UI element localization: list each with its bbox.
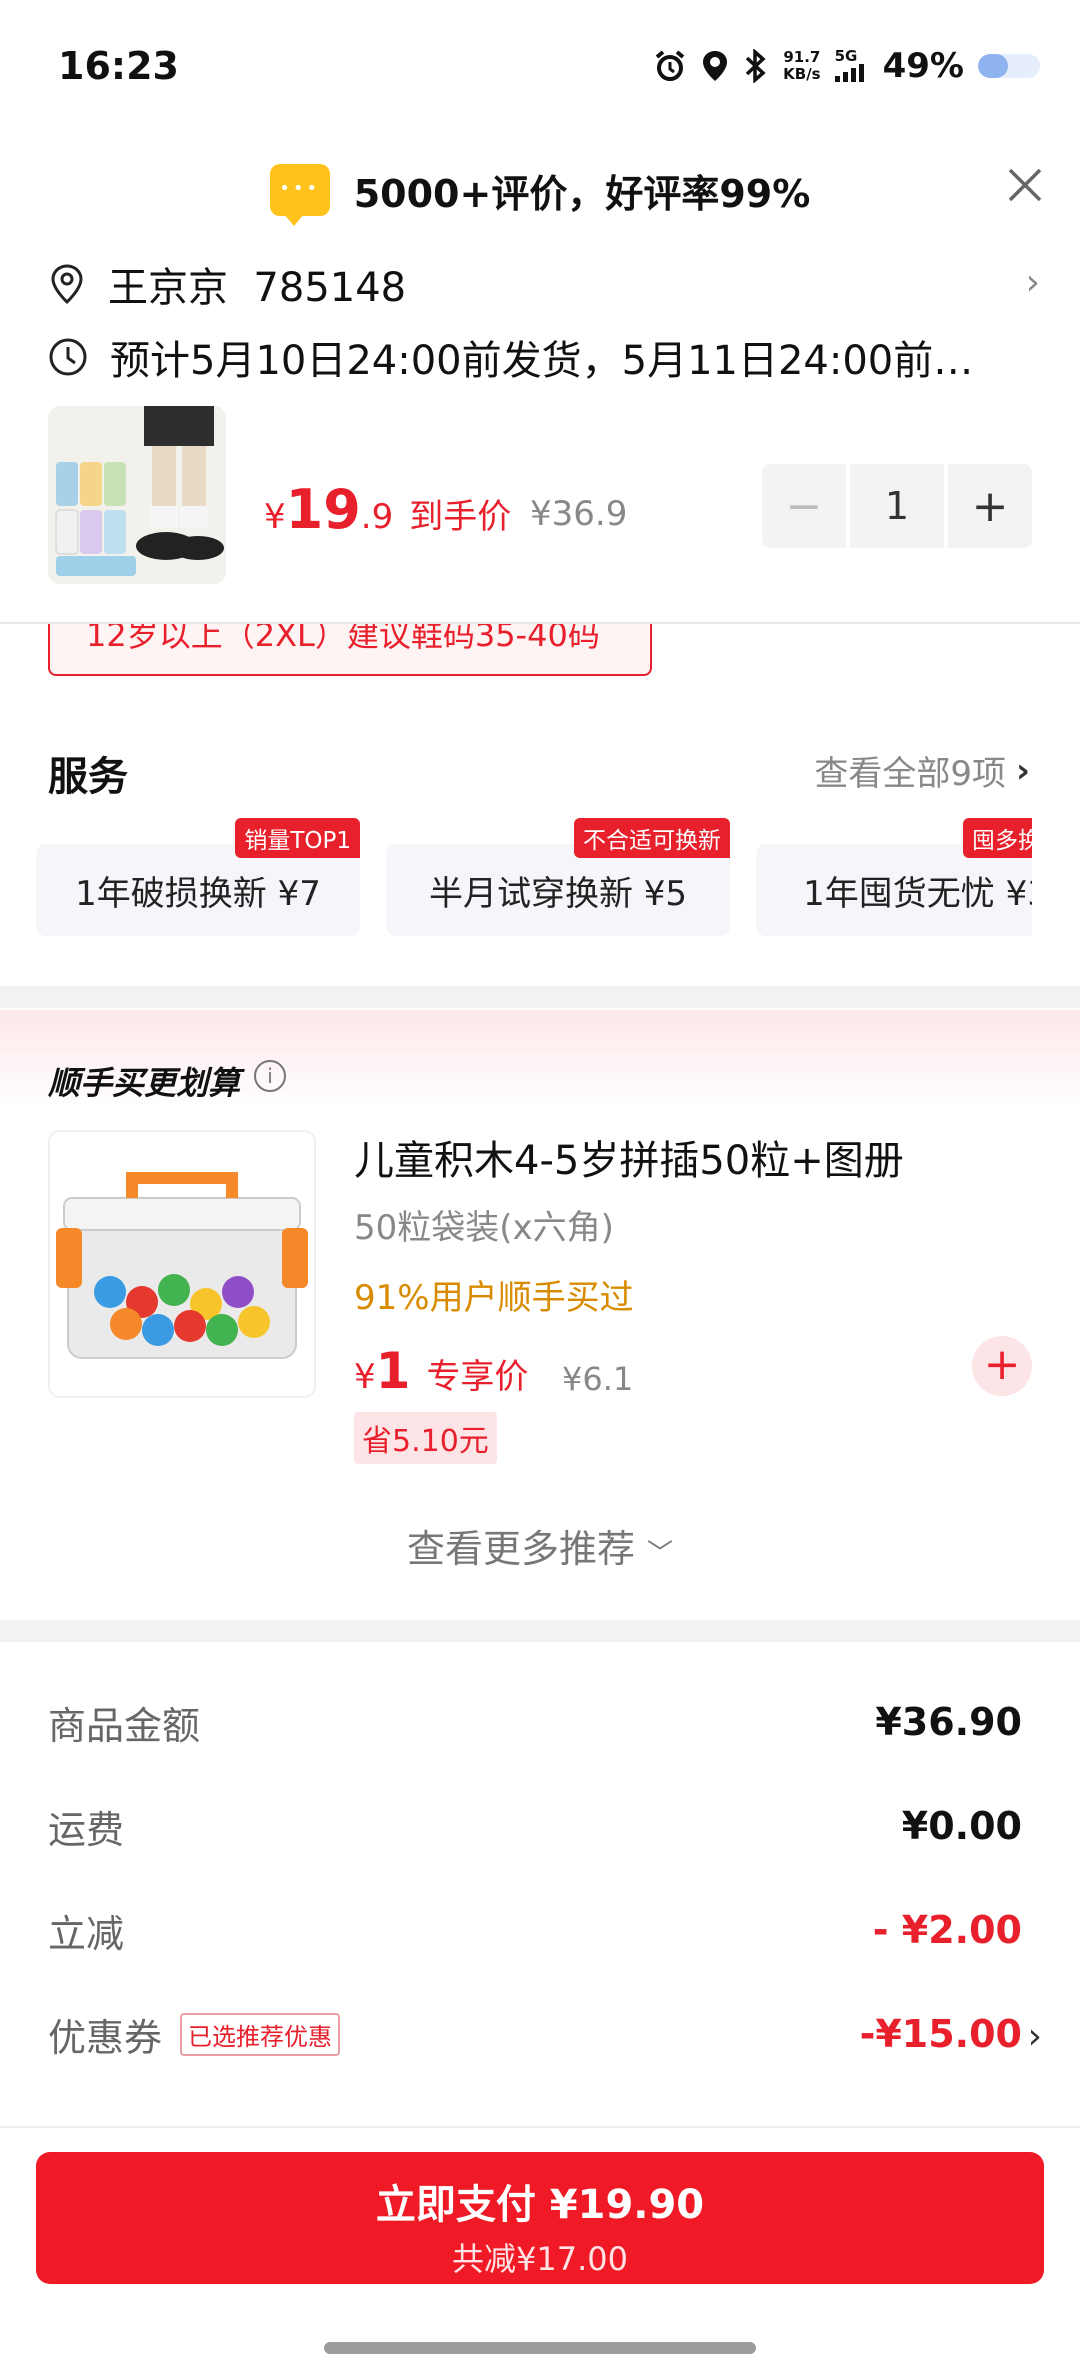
recommend-original-price: ¥6.1 <box>562 1360 634 1398</box>
product-price: ¥ 19 .9 到手价 <box>264 478 512 541</box>
services-title: 服务 <box>48 754 128 800</box>
service-card[interactable]: 1年囤货无忧 ¥3 囤多换新补 <box>756 818 1032 936</box>
location-icon <box>703 51 728 81</box>
info-icon[interactable]: i <box>254 1060 286 1092</box>
shipping-estimate-row: 预计5月10日24:00前发货，5月11日24:00前… <box>48 328 1048 386</box>
location-pin-icon <box>51 264 83 305</box>
message-bubble-icon: ••• <box>269 164 330 226</box>
divider <box>0 622 1080 624</box>
summary-row-goods: 商品金额 ¥36.90 <box>48 1700 1022 1748</box>
summary-row-discount: 立减 - ¥2.00 <box>48 1908 1022 1956</box>
chevron-down-icon: ﹀ <box>647 1539 674 1569</box>
quantity-stepper: − 1 + <box>762 464 1032 548</box>
address-row[interactable]: 王京京 785148 <box>48 255 406 313</box>
recommend-title: 顺手买更划算 <box>48 1064 241 1102</box>
battery-percent: 49% <box>882 46 964 86</box>
home-indicator[interactable] <box>324 2342 756 2354</box>
original-price: ¥36.9 <box>530 494 628 534</box>
recommend-product-name[interactable]: 儿童积木4-5岁拼插50粒+图册 <box>354 1128 904 1186</box>
battery-icon <box>978 54 1040 78</box>
clock-icon <box>49 338 87 376</box>
review-summary: 5000+评价，好评率99% <box>353 171 811 216</box>
recommend-bought-rate: 91%用户顺手买过 <box>354 1278 634 1318</box>
price-tag: 专享价 <box>426 1357 529 1397</box>
chevron-right-icon[interactable]: › <box>1028 2016 1042 2057</box>
view-more-recommend[interactable]: 查看更多推荐 ﹀ <box>0 1518 1080 1573</box>
chevron-right-icon[interactable]: › <box>1026 262 1040 303</box>
quantity-value[interactable]: 1 <box>850 464 944 548</box>
net-speed: 91.7 KB/s <box>783 48 821 83</box>
recommend-product-image[interactable] <box>48 1130 316 1398</box>
status-time: 16:23 <box>58 44 179 88</box>
services-carousel[interactable]: 1年破损换新 ¥7 销量TOP1 半月试穿换新 ¥5 不合适可换新 1年囤货无忧… <box>0 810 1032 950</box>
service-badge: 不合适可换新 <box>574 818 730 858</box>
coupon-tag: 已选推荐优惠 <box>180 2012 341 2056</box>
alarm-icon <box>655 50 685 81</box>
recommend-product-spec: 50粒袋装(x六角) <box>354 1208 614 1248</box>
close-icon[interactable] <box>1000 160 1050 210</box>
product-thumbnail[interactable] <box>48 406 226 584</box>
summary-row-coupon[interactable]: 优惠券 已选推荐优惠 -¥15.00 <box>48 2004 1022 2064</box>
service-badge: 销量TOP1 <box>235 818 360 858</box>
service-card[interactable]: 半月试穿换新 ¥5 不合适可换新 <box>386 818 730 936</box>
signal-bars-icon <box>834 63 864 82</box>
recommend-save-badge: 省5.10元 <box>354 1412 497 1464</box>
section-divider <box>0 986 1080 1008</box>
price-tag: 到手价 <box>409 497 512 537</box>
chevron-right-icon: › <box>1015 750 1030 791</box>
review-banner: ••• 5000+评价，好评率99% <box>0 150 1080 230</box>
service-badge: 囤多换新补 <box>963 818 1032 858</box>
signal-indicator: 5G <box>834 48 869 85</box>
status-icons: 91.7 KB/s 5G 49% <box>653 46 1040 86</box>
recommend-price: ¥ 1 专享价 <box>354 1342 529 1400</box>
section-divider <box>0 1620 1080 1642</box>
service-card[interactable]: 1年破损换新 ¥7 销量TOP1 <box>36 818 360 936</box>
summary-row-shipping: 运费 ¥0.00 <box>48 1804 1022 1852</box>
increase-button[interactable]: + <box>948 464 1032 548</box>
bluetooth-icon <box>745 49 766 83</box>
add-icon[interactable]: + <box>972 1336 1032 1396</box>
recipient-name-phone: 王京京 785148 <box>108 265 407 311</box>
decrease-button[interactable]: − <box>762 464 846 548</box>
pay-now-button[interactable]: 立即支付 ¥19.90 共减¥17.00 <box>36 2152 1044 2284</box>
shipping-estimate: 预计5月10日24:00前发货，5月11日24:00前… <box>110 338 974 384</box>
services-view-all[interactable]: 查看全部9项 › <box>814 746 1030 795</box>
